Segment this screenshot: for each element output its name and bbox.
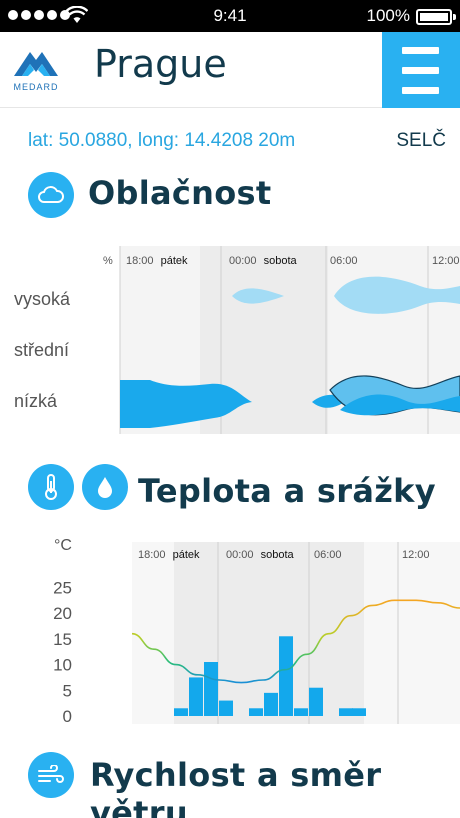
- logo-text: MEDARD: [13, 82, 59, 92]
- thermometer-icon: [28, 464, 74, 510]
- precipitation-bar: [339, 708, 353, 716]
- app-logo[interactable]: MEDARD: [12, 46, 60, 96]
- cloud-tick-label: 12:00: [432, 255, 460, 267]
- precipitation-bar: [309, 687, 323, 716]
- svg-text:00:00 sobota: 00:00 sobota: [226, 549, 295, 561]
- cloudiness-level-mid: střední: [14, 340, 69, 360]
- temperature-y-axis: 25 20 15 10 5 0: [53, 578, 72, 726]
- city-name: Prague: [94, 42, 227, 86]
- location-coordinates: lat: 50.0880, long: 14.4208 20m: [28, 130, 296, 151]
- cloudiness-title: Oblačnost: [88, 174, 272, 212]
- precipitation-bar: [249, 708, 263, 716]
- precipitation-bar: [189, 677, 203, 716]
- precipitation-bar: [264, 692, 278, 716]
- battery-icon: [416, 9, 456, 25]
- temp-y-tick: 20: [53, 604, 72, 623]
- cloudiness-level-low: nízká: [14, 391, 58, 411]
- precipitation-bar: [219, 700, 233, 716]
- temp-tick-label: 12:00: [402, 549, 430, 561]
- cloudiness-unit: %: [103, 255, 113, 267]
- temperature-unit: °C: [54, 537, 72, 554]
- wind-icon: [28, 752, 74, 798]
- cloud-tick-day: pátek: [161, 255, 188, 267]
- temp-y-tick: 25: [53, 578, 72, 597]
- temperature-title: Teplota a srážky: [138, 472, 436, 510]
- app-header: MEDARD Prague: [0, 32, 460, 108]
- temp-y-tick: 10: [53, 656, 72, 675]
- cloudiness-level-high: vysoká: [14, 289, 71, 309]
- svg-text:00:00 sobota: 00:00 sobota: [229, 255, 298, 267]
- precipitation-bar: [174, 708, 188, 716]
- temp-tick-label: 18:00: [138, 549, 166, 561]
- cloudiness-chart: % vysoká střední nízká 18:00 pátek 00:00…: [14, 246, 460, 434]
- cloud-tick-day: sobota: [264, 255, 298, 267]
- temp-y-tick: 5: [63, 681, 72, 700]
- temp-tick-day: sobota: [261, 549, 295, 561]
- cloud-tick-label: 18:00: [126, 255, 154, 267]
- precipitation-bar: [352, 708, 366, 716]
- temp-tick-label: 00:00: [226, 549, 254, 561]
- precipitation-bar: [294, 708, 308, 716]
- cloud-tick-label: 06:00: [330, 255, 358, 267]
- precipitation-bar: [204, 662, 218, 716]
- temp-tick-label: 06:00: [314, 549, 342, 561]
- menu-button[interactable]: [382, 32, 460, 108]
- precipitation-bar: [279, 636, 293, 716]
- timezone-label: SELČ: [396, 130, 446, 151]
- mountain-logo-icon: [14, 52, 58, 76]
- temp-tick-day: pátek: [173, 549, 200, 561]
- temp-y-tick: 0: [63, 707, 72, 726]
- wind-title: Rychlost a směr větru: [90, 756, 382, 818]
- drop-icon: [82, 464, 128, 510]
- battery-percent: 100%: [366, 6, 410, 25]
- cloud-icon: [28, 172, 74, 218]
- cloud-tick-label: 00:00: [229, 255, 257, 267]
- temp-y-tick: 15: [53, 630, 72, 649]
- temperature-chart: °C 25 20 15 10 5 0 18:00 pátek 00:00 sobota 0…: [53, 537, 460, 726]
- status-bar: 9:41 100%: [0, 0, 460, 32]
